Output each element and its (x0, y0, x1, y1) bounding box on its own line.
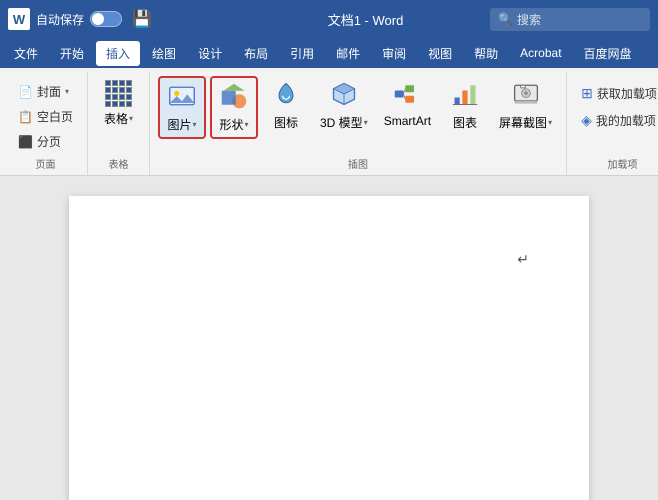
autosave-label: 自动保存 (36, 11, 84, 28)
icons-icon (272, 80, 300, 111)
menu-reference[interactable]: 引用 (280, 41, 324, 66)
shape-icon (220, 82, 248, 113)
shape-button[interactable]: 形状 ▾ (210, 76, 258, 139)
menu-home[interactable]: 开始 (50, 41, 94, 66)
image-label: 图片 ▾ (167, 116, 196, 133)
menu-baidu[interactable]: 百度网盘 (574, 41, 642, 66)
my-addins-button[interactable]: ◈ 我的加载项 ▾ (575, 109, 658, 132)
3d-model-label: 3D 模型 ▾ (320, 114, 368, 131)
document-area: ↵ (0, 176, 658, 500)
ribbon-group-table: 表格 ▾ 表格 (88, 72, 150, 175)
smartart-button[interactable]: SmartArt (378, 76, 437, 132)
chart-icon (451, 80, 479, 111)
screenshot-icon (512, 80, 540, 111)
table-items: 表格 ▾ (96, 76, 141, 154)
menu-mail[interactable]: 邮件 (326, 41, 370, 66)
addins-items: ⊞ 获取加载项 ◈ 我的加载项 ▾ (575, 76, 658, 154)
ribbon-group-addins: ⊞ 获取加载项 ◈ 我的加载项 ▾ 加载项 (567, 72, 658, 175)
chevron-icon: ▾ (193, 120, 197, 129)
menu-layout[interactable]: 布局 (234, 41, 278, 66)
addins-icon: ⊞ (581, 85, 593, 102)
table-group-label: 表格 (96, 154, 141, 175)
table-label: 表格 ▾ (104, 110, 133, 127)
menu-design[interactable]: 设计 (188, 41, 232, 66)
menu-view[interactable]: 视图 (418, 41, 462, 66)
3d-model-icon (330, 80, 358, 111)
page-break-button[interactable]: ⬛ 分页 (12, 130, 67, 153)
menu-acrobat[interactable]: Acrobat (510, 42, 571, 64)
table-button[interactable]: 表格 ▾ (96, 76, 141, 131)
ribbon: 📄 封面 ▾ 📋 空白页 ⬛ 分页 页面 (0, 68, 658, 176)
chevron-icon: ▾ (245, 120, 249, 129)
menu-help[interactable]: 帮助 (464, 41, 508, 66)
chart-label: 图表 (453, 114, 477, 131)
save-button[interactable]: 💾 (128, 7, 156, 31)
get-addins-button[interactable]: ⊞ 获取加载项 (575, 82, 658, 105)
smartart-icon (393, 80, 421, 111)
document-page[interactable]: ↵ (69, 196, 589, 500)
shape-label: 形状 ▾ (219, 116, 248, 133)
pages-items: 📄 封面 ▾ 📋 空白页 ⬛ 分页 (12, 76, 79, 154)
menu-draw[interactable]: 绘图 (142, 41, 186, 66)
title-bar: W 自动保存 💾 文档1 - Word 🔍 搜索 (0, 0, 658, 38)
addins-group-label: 加载项 (575, 154, 658, 175)
illustrations-items: 图片 ▾ 形状 ▾ (158, 76, 558, 154)
chart-button[interactable]: 图表 (441, 76, 489, 135)
menu-insert[interactable]: 插入 (96, 41, 140, 66)
cover-page-button[interactable]: 📄 封面 ▾ (12, 80, 75, 103)
image-button[interactable]: 图片 ▾ (158, 76, 206, 139)
document-title: 文档1 - Word (249, 10, 482, 29)
table-grid-icon (105, 80, 132, 107)
pages-group-label: 页面 (12, 154, 79, 175)
cursor-mark: ↵ (517, 251, 529, 268)
menu-bar: 文件 开始 插入 绘图 设计 布局 引用 邮件 审阅 视图 帮助 Acrobat… (0, 38, 658, 68)
smartart-label: SmartArt (384, 114, 431, 128)
menu-file[interactable]: 文件 (4, 41, 48, 66)
illustrations-group-label: 插图 (158, 154, 558, 175)
screenshot-label: 屏幕截图 ▾ (499, 114, 552, 131)
blank-page-button[interactable]: 📋 空白页 (12, 105, 79, 128)
image-icon (168, 82, 196, 113)
search-placeholder: 搜索 (517, 11, 541, 28)
chevron-icon: ▾ (129, 114, 133, 123)
3d-model-button[interactable]: 3D 模型 ▾ (314, 76, 374, 135)
icons-button[interactable]: 图标 (262, 76, 310, 135)
ribbon-group-pages: 📄 封面 ▾ 📋 空白页 ⬛ 分页 页面 (4, 72, 88, 175)
ribbon-group-illustrations: 图片 ▾ 形状 ▾ (150, 72, 567, 175)
word-icon: W (8, 8, 30, 30)
autosave-toggle[interactable] (90, 11, 122, 27)
cover-icon: 📄 (18, 85, 33, 99)
icons-label: 图标 (274, 114, 298, 131)
chevron-icon: ▾ (65, 87, 69, 96)
chevron-icon: ▾ (364, 118, 368, 127)
menu-review[interactable]: 审阅 (372, 41, 416, 66)
title-bar-left: W 自动保存 💾 (8, 7, 241, 31)
page-break-icon: ⬛ (18, 135, 33, 149)
screenshot-button[interactable]: 屏幕截图 ▾ (493, 76, 558, 135)
search-icon: 🔍 (498, 12, 513, 26)
my-addins-icon: ◈ (581, 112, 592, 129)
chevron-icon: ▾ (548, 118, 552, 127)
search-box[interactable]: 🔍 搜索 (490, 8, 650, 31)
blank-page-icon: 📋 (18, 110, 33, 124)
